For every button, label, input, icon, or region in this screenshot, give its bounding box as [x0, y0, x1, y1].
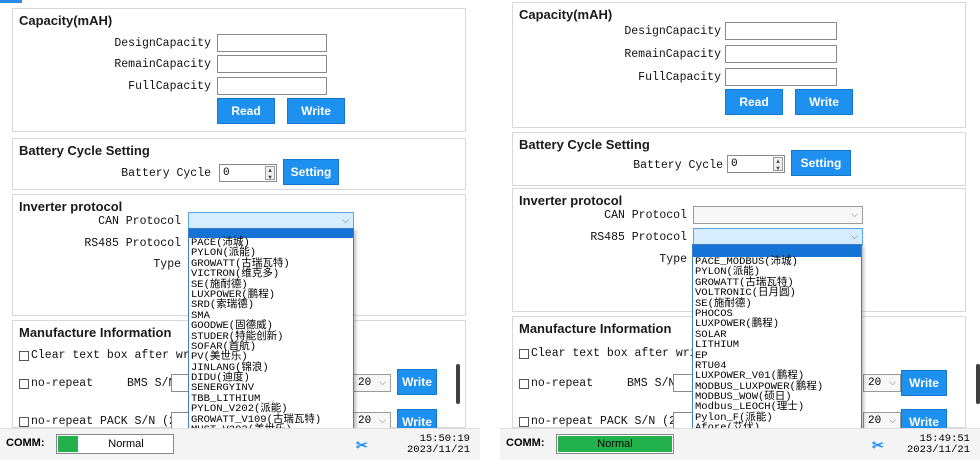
pack-sn-label: no-repeat PACK S/N (20)	[31, 415, 190, 428]
battery-cycle-label: Battery Cycle	[633, 159, 723, 172]
cycle-setting-button[interactable]: Setting	[283, 159, 339, 185]
capacity-title: Capacity(mAH)	[519, 7, 613, 22]
pack-length-value: 20	[358, 415, 372, 427]
clock-date: 2023/11/21	[906, 444, 970, 456]
window-edge-handle	[976, 364, 980, 404]
design-capacity-field[interactable]	[217, 34, 327, 52]
rs485-protocol-label: RS485 Protocol	[84, 237, 181, 250]
right-window: Capacity(mAH) DesignCapacity RemainCapac…	[500, 0, 980, 460]
checkbox-icon[interactable]	[519, 417, 529, 427]
full-capacity-field[interactable]	[217, 77, 327, 95]
chevron-down-icon: ⌵	[851, 231, 858, 241]
left-window: Capacity(mAH) DesignCapacity RemainCapac…	[0, 0, 480, 460]
tab-indicator	[0, 0, 22, 3]
battery-cycle-value: 0	[731, 158, 738, 170]
status-bar: COMM: Normal ✂ 15:49:51 2023/11/21	[500, 428, 980, 460]
can-protocol-label: CAN Protocol	[604, 209, 687, 222]
type-label: Type	[659, 253, 687, 266]
clock: 15:50:19 2023/11/21	[407, 434, 470, 456]
capacity-group: Capacity(mAH) DesignCapacity RemainCapac…	[512, 2, 966, 128]
checkbox-icon[interactable]	[19, 417, 29, 427]
protocol-option[interactable]: GOODWE(固德威)	[189, 321, 353, 332]
bms-sn-field[interactable]	[673, 374, 693, 392]
no-repeat-label: no-repeat	[531, 377, 594, 390]
chevron-down-icon: ⌵	[379, 415, 386, 425]
design-capacity-label: DesignCapacity	[114, 37, 211, 50]
chevron-down-icon: ⌵	[889, 415, 896, 425]
battery-cycle-value: 0	[223, 167, 230, 179]
battery-cycle-label: Battery Cycle	[121, 167, 211, 180]
remain-capacity-label: RemainCapacity	[114, 58, 211, 71]
chevron-down-icon: ⌵	[379, 377, 386, 387]
bms-write-button[interactable]: Write	[901, 370, 947, 396]
write-button[interactable]: Write	[287, 98, 345, 124]
pack-sn-label: no-repeat PACK S/N (20)	[531, 415, 690, 428]
no-repeat-label: no-repeat	[31, 377, 94, 390]
can-protocol-label: CAN Protocol	[98, 215, 181, 228]
comm-status-text: Normal	[108, 438, 144, 450]
bms-length-select[interactable]: 20 ⌵	[353, 374, 391, 392]
full-capacity-label: FullCapacity	[638, 71, 721, 84]
protocol-option[interactable]: SRD(索瑞德)	[189, 300, 353, 311]
comm-label: COMM:	[506, 437, 545, 449]
bms-length-select[interactable]: 20 ⌵	[863, 374, 901, 392]
checkbox-icon[interactable]	[19, 351, 29, 361]
comm-label: COMM:	[6, 437, 45, 449]
window-edge-handle	[456, 364, 460, 404]
battery-cycle-group: Battery Cycle Setting Battery Cycle 0 ▲ ▼…	[512, 132, 966, 186]
clock: 15:49:51 2023/11/21	[907, 434, 970, 456]
battery-cycle-title: Battery Cycle Setting	[519, 137, 650, 152]
battery-cycle-group: Battery Cycle Setting Battery Cycle 0 ▲ ▼…	[12, 138, 466, 190]
inverter-title: Inverter protocol	[19, 199, 123, 214]
remain-capacity-field[interactable]	[725, 45, 837, 63]
protocol-option[interactable]: VICTRON(维克多)	[189, 269, 353, 280]
spin-arrows-icon[interactable]: ▲ ▼	[265, 166, 275, 181]
checkbox-icon[interactable]	[519, 379, 529, 389]
clock-date: 2023/11/21	[406, 444, 470, 456]
manufacture-title: Manufacture Information	[519, 321, 672, 336]
checkbox-icon[interactable]	[19, 379, 29, 389]
pack-length-value: 20	[868, 415, 882, 427]
chevron-down-icon: ⌵	[342, 215, 349, 225]
battery-cycle-stepper[interactable]: 0 ▲ ▼	[219, 164, 277, 182]
rs485-protocol-dropdown[interactable]: PACE(沛城) PYLON(派能) GROWATT(古瑞瓦特) VICTRON(维克…	[188, 228, 354, 456]
comm-status: Normal	[56, 434, 174, 454]
comm-status-text: Normal	[597, 438, 633, 450]
bms-sn-label: BMS S/N	[627, 377, 676, 390]
remain-capacity-label: RemainCapacity	[624, 48, 721, 61]
read-button[interactable]: Read	[217, 98, 275, 124]
scissors-icon[interactable]: ✂	[872, 438, 886, 452]
design-capacity-field[interactable]	[725, 22, 837, 40]
spin-arrows-icon[interactable]: ▲ ▼	[773, 157, 783, 172]
manufacture-title: Manufacture Information	[19, 325, 172, 340]
cycle-setting-button[interactable]: Setting	[791, 150, 851, 176]
capacity-title: Capacity(mAH)	[19, 13, 113, 28]
status-led	[58, 436, 78, 452]
inverter-title: Inverter protocol	[519, 193, 623, 208]
can-protocol-select[interactable]: ⌵	[693, 206, 863, 224]
checkbox-icon[interactable]	[519, 349, 529, 359]
status-bar: COMM: Normal ✂ 15:50:19 2023/11/21	[0, 428, 480, 460]
capacity-group: Capacity(mAH) DesignCapacity RemainCapac…	[12, 8, 466, 132]
bms-length-value: 20	[358, 377, 372, 389]
bms-write-button[interactable]: Write	[397, 369, 437, 395]
scissors-icon[interactable]: ✂	[356, 438, 370, 452]
write-button[interactable]: Write	[795, 89, 853, 115]
chevron-down-icon: ⌵	[851, 209, 858, 219]
bms-sn-label: BMS S/N	[127, 377, 176, 390]
full-capacity-label: FullCapacity	[128, 80, 211, 93]
chevron-down-icon: ⌵	[889, 377, 896, 387]
rs485-protocol-label: RS485 Protocol	[590, 231, 687, 244]
read-button[interactable]: Read	[725, 89, 783, 115]
design-capacity-label: DesignCapacity	[624, 25, 721, 38]
bms-length-value: 20	[868, 377, 882, 389]
battery-cycle-stepper[interactable]: 0 ▲ ▼	[727, 155, 785, 173]
full-capacity-field[interactable]	[725, 68, 837, 86]
comm-status: Normal	[556, 434, 674, 454]
type-label: Type	[153, 258, 181, 271]
protocol-option[interactable]: LITHIUM	[693, 340, 861, 351]
remain-capacity-field[interactable]	[217, 55, 327, 73]
protocol-option[interactable]: VOLTRONIC(日月圆)	[693, 288, 861, 299]
battery-cycle-title: Battery Cycle Setting	[19, 143, 150, 158]
